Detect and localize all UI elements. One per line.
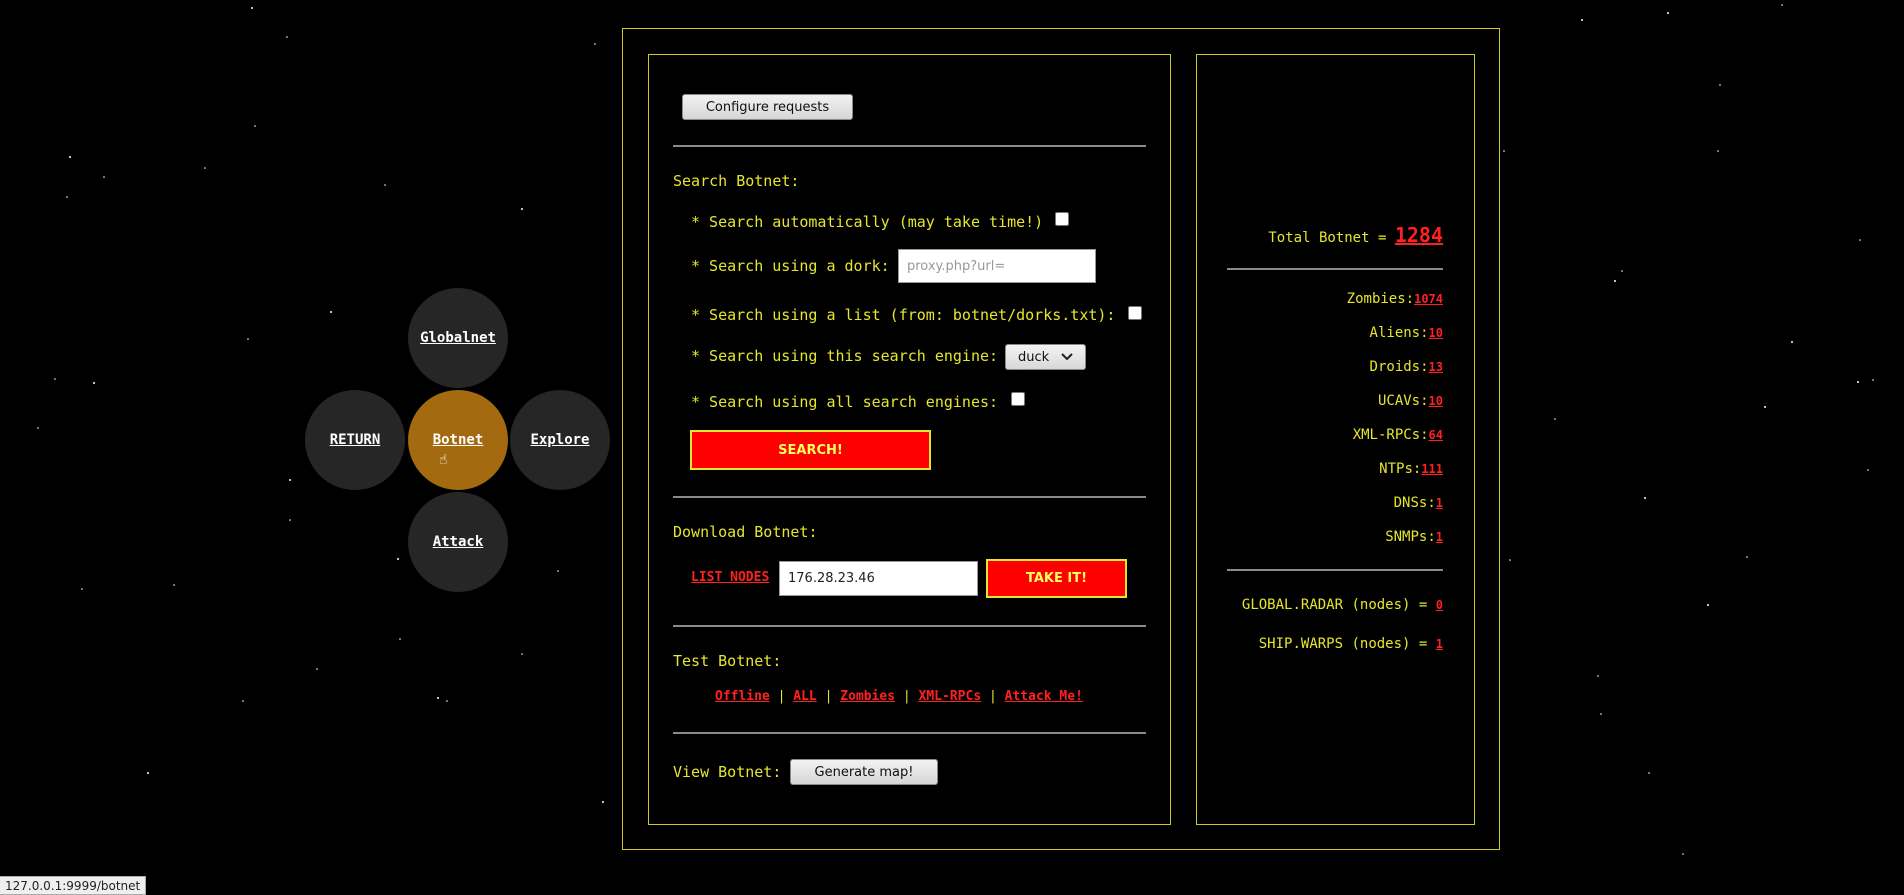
search-all-engines-label: * Search using all search engines: bbox=[691, 393, 999, 411]
total-botnet-label: Total Botnet = bbox=[1268, 230, 1387, 246]
separator: | bbox=[902, 689, 911, 704]
divider bbox=[673, 625, 1146, 627]
test-offline-link[interactable]: Offline bbox=[715, 689, 770, 704]
search-button-label: SEARCH! bbox=[778, 442, 843, 458]
nav-explore-label: Explore bbox=[530, 432, 590, 448]
separator: | bbox=[777, 689, 786, 704]
nav-return-label: RETURN bbox=[329, 432, 381, 448]
download-botnet-heading: Download Botnet: bbox=[673, 523, 818, 541]
chevron-down-icon bbox=[1061, 353, 1073, 361]
configure-requests-button[interactable]: Configure requests bbox=[682, 94, 853, 120]
stat-label: SNMPs: bbox=[1385, 529, 1436, 545]
nav-botnet-label: Botnet bbox=[432, 432, 484, 448]
stat-ntps: NTPs:111 bbox=[1379, 461, 1443, 477]
nav-attack-label: Attack bbox=[432, 534, 484, 550]
search-all-engines-checkbox[interactable] bbox=[1011, 392, 1025, 406]
stat-value[interactable]: 13 bbox=[1429, 360, 1443, 374]
divider bbox=[1227, 569, 1443, 571]
global-radar-stat: GLOBAL.RADAR (nodes) = 0 bbox=[1242, 597, 1443, 613]
stat-label: UCAVs: bbox=[1377, 393, 1429, 409]
stat-snmps: SNMPs:1 bbox=[1385, 529, 1443, 545]
stat-value[interactable]: 1 bbox=[1436, 530, 1443, 544]
search-auto-label: * Search automatically (may take time!) bbox=[691, 213, 1044, 231]
total-botnet: Total Botnet = 1284 bbox=[1268, 223, 1443, 247]
stat-ucavs: UCAVs:10 bbox=[1378, 393, 1443, 409]
stat-aliens: Aliens:10 bbox=[1370, 325, 1443, 341]
test-botnet-heading: Test Botnet: bbox=[673, 652, 782, 670]
take-it-button[interactable]: TAKE IT! bbox=[986, 559, 1127, 598]
hand-pointer-icon: ☝ bbox=[439, 452, 448, 468]
stat-label: NTPs: bbox=[1379, 461, 1422, 477]
search-engine-selected: duck bbox=[1018, 349, 1050, 365]
ship-warps-value[interactable]: 1 bbox=[1436, 637, 1443, 651]
global-radar-value[interactable]: 0 bbox=[1436, 598, 1443, 612]
stat-value[interactable]: 10 bbox=[1429, 394, 1443, 408]
global-radar-label: GLOBAL.RADAR (nodes) = bbox=[1241, 597, 1428, 613]
view-botnet-heading: View Botnet: bbox=[673, 763, 782, 781]
stat-value[interactable]: 10 bbox=[1429, 326, 1443, 340]
stat-value[interactable]: 64 bbox=[1429, 428, 1443, 442]
stat-label: Zombies: bbox=[1346, 291, 1415, 307]
status-url: 127.0.0.1:9999/botnet bbox=[5, 878, 141, 893]
dork-input[interactable]: proxy.php?url= bbox=[898, 249, 1096, 283]
stat-value[interactable]: 111 bbox=[1421, 462, 1443, 476]
search-list-label: * Search using a list (from: botnet/dork… bbox=[691, 306, 1116, 324]
stat-label: Droids: bbox=[1369, 359, 1429, 375]
test-zombies-link[interactable]: Zombies bbox=[840, 689, 895, 704]
generate-map-button[interactable]: Generate map! bbox=[790, 759, 938, 785]
stat-xmlrpcs: XML-RPCs:64 bbox=[1353, 427, 1443, 443]
separator: | bbox=[988, 689, 997, 704]
nav-explore-button[interactable]: Explore bbox=[510, 390, 610, 490]
generate-map-label: Generate map! bbox=[814, 764, 914, 780]
search-dork-label: * Search using a dork: bbox=[691, 257, 890, 275]
stat-droids: Droids:13 bbox=[1370, 359, 1443, 375]
stat-label: Aliens: bbox=[1369, 325, 1429, 341]
list-nodes-link[interactable]: LIST NODES bbox=[691, 570, 769, 585]
search-engine-select[interactable]: duck bbox=[1005, 344, 1086, 370]
stat-value[interactable]: 1 bbox=[1436, 496, 1443, 510]
test-attack-me-link[interactable]: Attack Me! bbox=[1005, 689, 1083, 704]
search-list-checkbox[interactable] bbox=[1128, 306, 1142, 320]
divider bbox=[1227, 268, 1443, 270]
stat-label: DNSs: bbox=[1393, 495, 1436, 511]
dork-input-placeholder: proxy.php?url= bbox=[907, 258, 1006, 274]
nav-globalnet-button[interactable]: Globalnet bbox=[408, 288, 508, 388]
search-auto-checkbox[interactable] bbox=[1055, 212, 1069, 226]
download-ip-input[interactable]: 176.28.23.46 bbox=[779, 561, 978, 596]
nav-attack-button[interactable]: Attack bbox=[408, 492, 508, 592]
nav-return-button[interactable]: RETURN bbox=[305, 390, 405, 490]
test-all-link[interactable]: ALL bbox=[793, 689, 816, 704]
ship-warps-stat: SHIP.WARPS (nodes) = 1 bbox=[1259, 636, 1443, 652]
configure-requests-label: Configure requests bbox=[705, 99, 830, 115]
total-botnet-value[interactable]: 1284 bbox=[1395, 223, 1443, 247]
download-ip-value: 176.28.23.46 bbox=[788, 571, 875, 586]
search-botnet-heading: Search Botnet: bbox=[673, 172, 800, 190]
test-xmlrpcs-link[interactable]: XML-RPCs bbox=[919, 689, 982, 704]
nav-globalnet-label: Globalnet bbox=[420, 330, 496, 346]
separator: | bbox=[824, 689, 833, 704]
stat-value[interactable]: 1074 bbox=[1414, 292, 1443, 306]
test-links-row: Offline | ALL | Zombies | XML-RPCs | Att… bbox=[715, 689, 1083, 704]
divider bbox=[673, 732, 1146, 734]
stat-dnss: DNSs:1 bbox=[1394, 495, 1443, 511]
nav-botnet-button[interactable]: Botnet bbox=[408, 390, 508, 490]
stat-zombies: Zombies:1074 bbox=[1347, 291, 1443, 307]
search-button[interactable]: SEARCH! bbox=[690, 430, 931, 470]
browser-status-bar: 127.0.0.1:9999/botnet bbox=[0, 876, 147, 895]
ship-warps-label: SHIP.WARPS (nodes) = bbox=[1258, 636, 1428, 652]
divider bbox=[673, 496, 1146, 498]
take-it-button-label: TAKE IT! bbox=[1025, 571, 1088, 586]
search-engine-label: * Search using this search engine: bbox=[691, 347, 999, 365]
divider bbox=[673, 145, 1146, 147]
stat-label: XML-RPCs: bbox=[1352, 427, 1429, 443]
